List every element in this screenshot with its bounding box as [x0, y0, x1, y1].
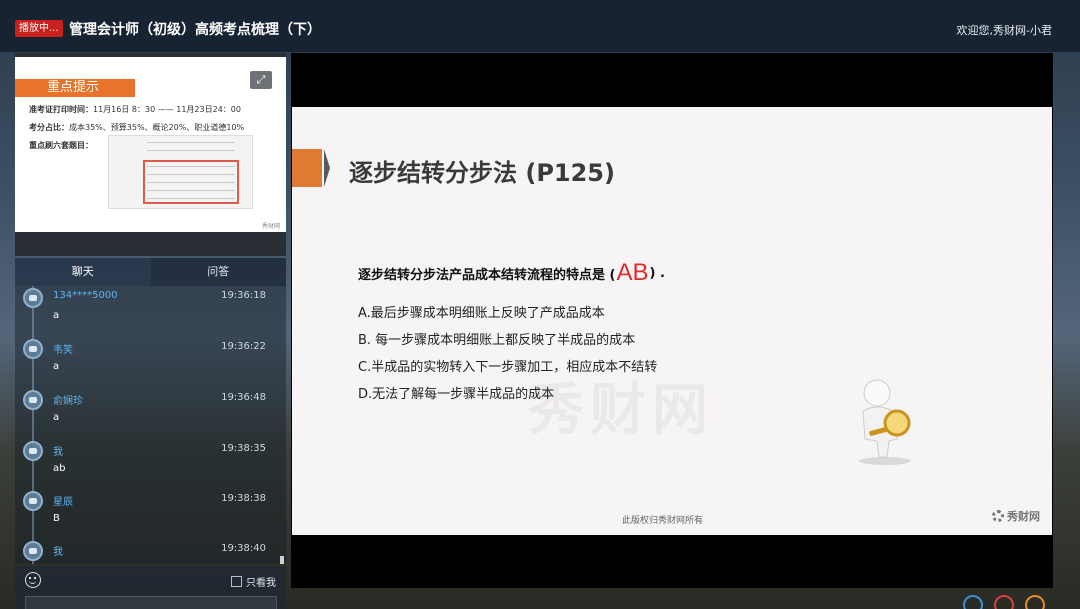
course-title: 管理会计师（初级）高频考点梳理（下） [69, 22, 321, 38]
only-me-label: 只看我 [246, 578, 276, 589]
chat-timestamp: 19:36:18 [221, 290, 266, 301]
preview-line-3: 重点刷六套题目： [29, 141, 93, 150]
chat-text: B [53, 513, 60, 524]
preview-embedded-screenshot [108, 135, 253, 209]
chat-message: 韦笑 19:36:22 a [15, 337, 280, 387]
chat-message: 俞娴珍 19:36:48 a [15, 388, 280, 438]
slide-title: 逐步结转分步法 (P125) [349, 159, 615, 187]
chat-username: 韦笑 [53, 345, 73, 356]
preview-banner: 重点提示 [15, 79, 135, 97]
chat-timestamp: 19:38:35 [221, 443, 266, 454]
chat-input-area: 只看我 [15, 566, 286, 609]
chat-bubble-icon [23, 541, 43, 561]
expand-icon[interactable]: ⤢ [250, 71, 272, 89]
chat-timestamp: 19:38:40 [221, 543, 266, 554]
chat-message: 我 19:38:35 ab [15, 439, 280, 489]
gear-logo-icon [992, 510, 1004, 522]
slide-preview-thumbnail[interactable]: 重点提示 准考证打印时间：11月16日 8：30 —— 11月23日24：00 … [15, 53, 286, 256]
chat-message: 134****5000 19:36:18 a [15, 286, 280, 336]
option-b: B. 每一步骤成本明细账上都反映了半成品的成本 [358, 333, 636, 348]
handwritten-answer: AB [616, 259, 649, 286]
watermark: 秀财网 [528, 378, 714, 443]
main-slide-viewer: 逐步结转分步法 (P125) 秀财网 逐步结转分步法产品成本结转流程的特点是 (… [291, 53, 1053, 588]
top-bar: 播放中... 管理会计师（初级）高频考点梳理（下） 欢迎您,秀财网-小君 [0, 0, 1080, 52]
chat-bubble-icon [23, 491, 43, 511]
chat-username: 134****5000 [53, 290, 118, 301]
option-c: C.半成品的实物转入下一步骤加工，相应成本不结转 [358, 360, 658, 375]
chat-username: 我 [53, 547, 63, 558]
preview-logo: 秀财网 [261, 223, 280, 230]
chat-username: 我 [53, 447, 63, 458]
question-prefix: 逐步结转分步法产品成本结转流程的特点是 ( [358, 267, 616, 283]
chat-message: 星辰 19:38:38 B [15, 489, 280, 539]
chat-scrollbar[interactable] [280, 556, 284, 564]
chat-message: 我 19:38:40 [15, 539, 280, 564]
checkbox-icon[interactable] [231, 576, 242, 587]
tab-qa[interactable]: 问答 [150, 258, 286, 286]
chat-text: a [53, 412, 60, 423]
control-button-blue[interactable] [963, 595, 983, 609]
chat-message-list[interactable]: 134****5000 19:36:18 a 韦笑 19:36:22 a 俞娴珍… [15, 286, 286, 564]
chat-input[interactable] [25, 596, 277, 609]
question-suffix: ) . [649, 265, 665, 281]
live-status-badge: 播放中... [15, 20, 63, 37]
chat-bubble-icon [23, 441, 43, 461]
option-a: A.最后步骤成本明细账上反映了产成品成本 [358, 306, 605, 321]
chat-text: a [53, 310, 60, 321]
option-d: D.无法了解每一步骤半成品的成本 [358, 387, 555, 402]
tab-chat[interactable]: 聊天 [15, 258, 151, 286]
emoji-icon[interactable] [25, 572, 41, 588]
chat-timestamp: 19:36:22 [221, 341, 266, 352]
chat-text: a [53, 361, 60, 372]
chat-timestamp: 19:36:48 [221, 392, 266, 403]
chat-tabs: 聊天 问答 [15, 258, 286, 286]
chat-timestamp: 19:38:38 [221, 493, 266, 504]
chat-text: ab [53, 463, 66, 474]
preview-line-2: 考分占比：成本35%、预算35%、概论20%、职业道德10% [29, 123, 245, 132]
chat-bubble-icon [23, 339, 43, 359]
copyright-text: 此版权归秀财网所有 [622, 516, 704, 526]
chat-username: 星辰 [53, 497, 73, 508]
chat-bubble-icon [23, 288, 43, 308]
control-button-orange[interactable] [1025, 595, 1045, 609]
title-marker-icon [292, 149, 322, 187]
magnifier-figure-illustration [859, 379, 911, 465]
control-button-red[interactable] [994, 595, 1014, 609]
brand-logo: 秀财网 [992, 508, 1040, 524]
chat-username: 俞娴珍 [53, 396, 83, 407]
title-arrow-icon [324, 149, 330, 187]
slide: 逐步结转分步法 (P125) 秀财网 逐步结转分步法产品成本结转流程的特点是 (… [292, 107, 1052, 535]
only-me-checkbox[interactable]: 只看我 [231, 574, 276, 589]
player-controls [291, 595, 1053, 609]
welcome-user-text: 欢迎您,秀财网-小君 [956, 24, 1052, 37]
chat-bubble-icon [23, 390, 43, 410]
preview-line-1: 准考证打印时间：11月16日 8：30 —— 11月23日24：00 [29, 105, 241, 114]
question-text: 逐步结转分步法产品成本结转流程的特点是 ( AB ) . [358, 259, 665, 287]
